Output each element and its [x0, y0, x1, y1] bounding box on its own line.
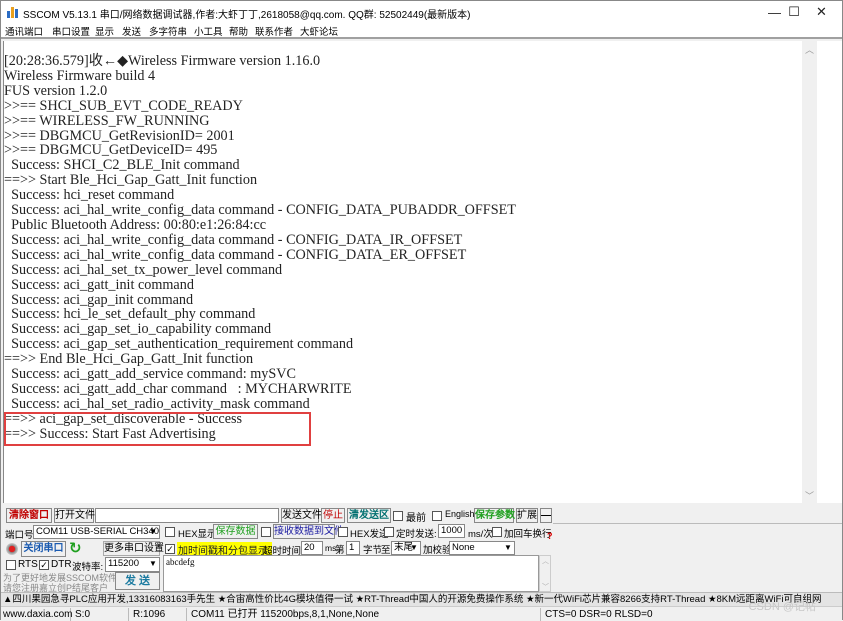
port-select[interactable]: COM11 USB-SERIAL CH340 ▼	[33, 525, 160, 539]
status-received: R:1096	[131, 608, 187, 621]
send-button[interactable]: 发 送	[115, 572, 160, 590]
expand-button[interactable]: 扩展	[516, 508, 538, 523]
topmost-label: 最前	[406, 513, 426, 524]
dropdown-arrow-icon: ▼	[504, 543, 512, 552]
dropdown-arrow-icon: ▼	[149, 527, 157, 536]
hex-display-checkbox[interactable]	[165, 527, 175, 537]
open-file-button[interactable]: 打开文件	[54, 508, 95, 523]
save-data-button[interactable]: 保存数据	[213, 524, 258, 539]
stop-button[interactable]: 停止	[321, 508, 345, 523]
status-sent: S:0	[73, 608, 129, 621]
topmost-checkbox[interactable]	[393, 511, 403, 521]
menu-forum[interactable]: 大虾论坛	[300, 24, 338, 38]
save-params-button[interactable]: 保存参数	[474, 508, 515, 523]
recv-to-file-checkbox[interactable]	[261, 527, 271, 537]
english-label: English	[445, 509, 475, 519]
checksum-select[interactable]: None ▼	[449, 541, 515, 555]
close-button[interactable]: ✕	[799, 1, 843, 23]
menu-display[interactable]: 显示	[95, 24, 114, 38]
status-website[interactable]: www.daxia.com	[1, 608, 72, 621]
timestamp-checkbox[interactable]: ✓	[165, 544, 175, 554]
more-settings-button[interactable]: 更多串口设置	[103, 541, 164, 556]
dtr-checkbox[interactable]: ✓	[39, 560, 49, 570]
scroll-up-icon[interactable]: ︿	[542, 556, 549, 566]
status-lines: CTS=0 DSR=0 RLSD=0	[545, 609, 653, 620]
port-status-icon	[6, 543, 18, 555]
add-crlf-checkbox[interactable]	[492, 527, 502, 537]
rts-label: RTS	[18, 559, 38, 570]
close-port-button[interactable]: 关闭串口	[21, 541, 66, 557]
scroll-down-icon[interactable]: ﹀	[542, 582, 549, 592]
timed-send-label: 定时发送:	[396, 529, 437, 540]
menu-help[interactable]: 帮助	[229, 24, 248, 38]
dropdown-arrow-icon: ▼	[410, 543, 418, 552]
close-icon: ✕	[816, 4, 827, 19]
interval-unit: ms/次	[468, 529, 493, 540]
timeout-input[interactable]: 20	[301, 541, 323, 555]
control-panel: 清除窗口 打开文件 发送文件 停止 清发送区 最前 English 保存参数 扩…	[1, 503, 842, 593]
help-icon[interactable]: ?	[547, 531, 553, 541]
title-bar: SSCOM V5.13.1 串口/网络数据调试器,作者:大虾丁丁,2618058…	[1, 1, 842, 23]
menu-tools[interactable]: 小工具	[194, 24, 223, 38]
dropdown-arrow-icon: ▼	[149, 559, 157, 568]
collapse-button[interactable]: —	[540, 508, 552, 523]
send-scrollbar[interactable]: ︿ ﹀	[539, 555, 551, 592]
port-label: 端口号	[5, 530, 34, 541]
receive-area[interactable]: [20:28:36.579]收←◆Wireless Firmware versi…	[3, 41, 802, 503]
sscom-window: SSCOM V5.13.1 串口/网络数据调试器,作者:大虾丁丁,2618058…	[0, 0, 843, 621]
byte-from-label: 第	[335, 545, 345, 556]
checksum-value: None	[452, 542, 475, 553]
byte-unit: 字节	[363, 545, 383, 556]
highlight-box	[4, 412, 311, 446]
to-label: 至	[381, 545, 391, 556]
interval-input[interactable]: 1000	[438, 524, 465, 538]
to-select[interactable]: 末尾 ▼	[391, 541, 421, 555]
scroll-up-icon[interactable]: ︿	[805, 43, 814, 56]
receive-log: [20:28:36.579]收←◆Wireless Firmware versi…	[4, 53, 516, 442]
hex-display-label: HEX显示	[178, 529, 217, 540]
right-margin	[817, 41, 842, 503]
port-value: COM11 USB-SERIAL CH340	[36, 526, 160, 537]
menu-bar: 通讯端口 串口设置 显示 发送 多字符串 小工具 帮助 联系作者 大虾论坛	[1, 23, 842, 39]
rts-checkbox[interactable]	[6, 560, 16, 570]
baud-value: 115200	[108, 558, 139, 569]
menu-send[interactable]: 发送	[122, 24, 141, 38]
timed-send-checkbox[interactable]	[384, 527, 394, 537]
clear-window-button[interactable]: 清除窗口	[6, 508, 52, 523]
byte-from-input[interactable]: 1	[346, 541, 360, 555]
app-logo-icon	[7, 7, 18, 18]
status-port: COM11 已打开 115200bps,8,1,None,None	[189, 608, 541, 621]
menu-serial-settings[interactable]: 串口设置	[52, 24, 90, 38]
baud-select[interactable]: 115200 ▼	[105, 557, 160, 572]
menu-comm-port[interactable]: 通讯端口	[5, 24, 43, 38]
dtr-label: DTR	[51, 559, 72, 570]
recv-to-file-button[interactable]: 接收数据到文件	[273, 524, 344, 539]
refresh-icon[interactable]: ↻	[69, 539, 82, 557]
receive-scrollbar[interactable]: ︿ ﹀	[802, 41, 817, 503]
clear-send-button[interactable]: 清发送区	[347, 508, 391, 523]
ad-ticker[interactable]: ▲四川果园急寻PLC应用开发,13316083163手先生 ★合宙高性价比4G模…	[1, 592, 842, 606]
send-input[interactable]: abcdefg	[163, 555, 539, 592]
status-bar: www.daxia.com S:0 R:1096 COM11 已打开 11520…	[1, 606, 842, 621]
window-title: SSCOM V5.13.1 串口/网络数据调试器,作者:大虾丁丁,2618058…	[23, 10, 471, 21]
file-path-input[interactable]	[95, 508, 279, 523]
extended-panel	[553, 523, 842, 593]
promo-text[interactable]: 为了更好地发展SSCOM软件 请您注册嘉立创P结尾客户	[3, 573, 117, 593]
menu-multi-string[interactable]: 多字符串	[149, 24, 187, 38]
hex-send-label: HEX发送	[350, 529, 389, 540]
menu-contact[interactable]: 联系作者	[255, 24, 293, 38]
watermark: CSDN @记帖	[748, 601, 816, 613]
baud-label: 波特率:	[72, 562, 104, 573]
send-file-button[interactable]: 发送文件	[281, 508, 322, 523]
send-text: abcdefg	[166, 557, 195, 567]
add-crlf-label: 加回车换行	[504, 529, 552, 540]
checksum-label: 加校验	[423, 545, 452, 556]
hex-send-checkbox[interactable]	[338, 527, 348, 537]
scroll-down-icon[interactable]: ﹀	[805, 489, 814, 502]
english-checkbox[interactable]	[432, 511, 442, 521]
